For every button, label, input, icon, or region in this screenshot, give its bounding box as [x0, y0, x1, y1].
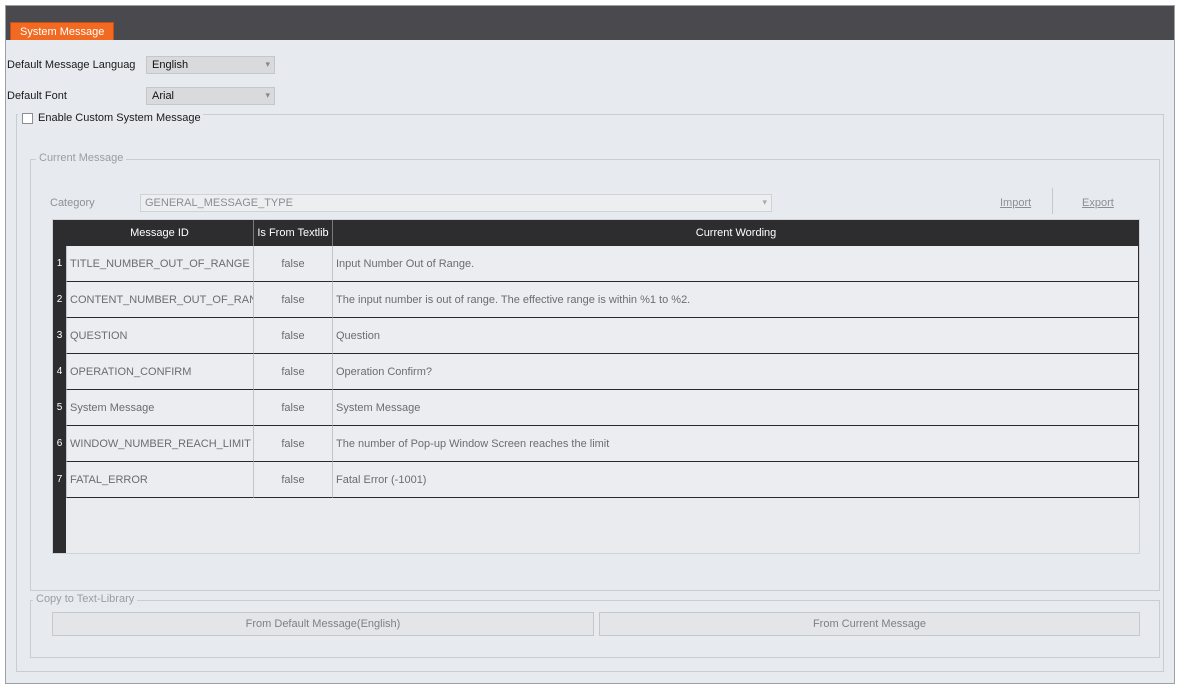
chevron-down-icon: ▾ [762, 197, 767, 207]
cell-message-id[interactable]: CONTENT_NUMBER_OUT_OF_RANGE [66, 282, 253, 318]
table-header: Message ID Is From Textlib Current Wordi… [53, 220, 1139, 246]
default-language-select[interactable]: English ▾ [146, 56, 275, 74]
cell-message-id[interactable]: WINDOW_NUMBER_REACH_LIMIT [66, 426, 253, 462]
cell-current-wording[interactable]: The input number is out of range. The ef… [332, 282, 1139, 318]
default-language-label: Default Message Languag [7, 59, 136, 71]
column-header-from-textlib[interactable]: Is From Textlib [253, 220, 332, 246]
cell-from-textlib[interactable]: false [253, 390, 332, 426]
row-number: 7 [56, 474, 63, 485]
cell-current-wording[interactable]: Question [332, 318, 1139, 354]
row-number: 1 [56, 258, 63, 269]
import-link[interactable]: Import [1000, 197, 1031, 209]
table-row[interactable]: 2 CONTENT_NUMBER_OUT_OF_RANGE false The … [53, 282, 1139, 318]
default-language-value: English [152, 59, 189, 71]
row-number: 5 [56, 402, 63, 413]
row-number: 6 [56, 438, 63, 449]
cell-current-wording[interactable]: System Message [332, 390, 1139, 426]
cell-from-textlib[interactable]: false [253, 318, 332, 354]
column-header-message-id[interactable]: Message ID [66, 220, 253, 246]
default-font-label: Default Font [7, 90, 67, 102]
cell-message-id[interactable]: OPERATION_CONFIRM [66, 354, 253, 390]
default-font-value: Arial [152, 90, 175, 102]
table-row[interactable]: 5 System Message false System Message [53, 390, 1139, 426]
chevron-down-icon: ▾ [265, 90, 270, 100]
from-current-message-button[interactable]: From Current Message [599, 612, 1140, 636]
enable-custom-checkbox[interactable] [22, 113, 33, 124]
cell-message-id[interactable]: TITLE_NUMBER_OUT_OF_RANGE [66, 246, 253, 282]
row-number: 3 [56, 330, 63, 341]
column-header-current-wording[interactable]: Current Wording [332, 220, 1139, 246]
table-row[interactable]: 1 TITLE_NUMBER_OUT_OF_RANGE false Input … [53, 246, 1139, 282]
category-value: GENERAL_MESSAGE_TYPE [145, 197, 293, 209]
category-select[interactable]: GENERAL_MESSAGE_TYPE ▾ [140, 194, 772, 212]
table-row[interactable]: 4 OPERATION_CONFIRM false Operation Conf… [53, 354, 1139, 390]
cell-message-id[interactable]: System Message [66, 390, 253, 426]
toolbar-divider [1052, 188, 1053, 214]
copy-to-text-library-legend: Copy to Text-Library [33, 593, 138, 605]
cell-current-wording[interactable]: The number of Pop-up Window Screen reach… [332, 426, 1139, 462]
cell-current-wording[interactable]: Fatal Error (-1001) [332, 462, 1139, 498]
current-message-legend: Current Message [36, 152, 127, 164]
row-number: 2 [56, 294, 63, 305]
chevron-down-icon: ▾ [265, 59, 270, 69]
cell-from-textlib[interactable]: false [253, 246, 332, 282]
tab-system-message[interactable]: System Message [10, 22, 115, 40]
row-number: 4 [56, 366, 63, 377]
cell-message-id[interactable]: FATAL_ERROR [66, 462, 253, 498]
cell-current-wording[interactable]: Input Number Out of Range. [332, 246, 1139, 282]
cell-from-textlib[interactable]: false [253, 426, 332, 462]
title-bar: System Message [6, 6, 1174, 40]
category-label: Category [50, 197, 95, 209]
from-default-message-button[interactable]: From Default Message(English) [52, 612, 594, 636]
cell-from-textlib[interactable]: false [253, 282, 332, 318]
table-row[interactable]: 7 FATAL_ERROR false Fatal Error (-1001) [53, 462, 1139, 498]
table-row[interactable]: 3 QUESTION false Question [53, 318, 1139, 354]
enable-custom-label: Enable Custom System Message [38, 112, 201, 124]
cell-from-textlib[interactable]: false [253, 354, 332, 390]
table-row[interactable]: 6 WINDOW_NUMBER_REACH_LIMIT false The nu… [53, 426, 1139, 462]
default-font-select[interactable]: Arial ▾ [146, 87, 275, 105]
cell-from-textlib[interactable]: false [253, 462, 332, 498]
cell-message-id[interactable]: QUESTION [66, 318, 253, 354]
export-link[interactable]: Export [1082, 197, 1114, 209]
cell-current-wording[interactable]: Operation Confirm? [332, 354, 1139, 390]
message-table[interactable]: Message ID Is From Textlib Current Wordi… [52, 219, 1140, 554]
